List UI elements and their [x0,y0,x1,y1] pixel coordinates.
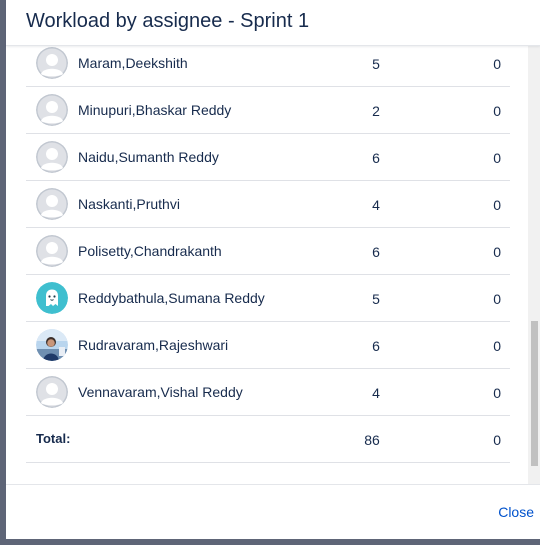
issue-count: 6 [372,338,380,354]
total-row: Total: 86 0 [26,416,510,463]
secondary-count: 0 [493,103,501,119]
close-button[interactable]: Close [498,504,534,520]
total-label: Total: [36,431,71,446]
secondary-count: 0 [493,244,501,260]
default-avatar-icon [36,376,68,408]
scrollbar-thumb[interactable] [531,321,538,466]
secondary-count: 0 [493,56,501,72]
secondary-count: 0 [493,385,501,401]
default-avatar-icon [36,94,68,126]
assignee-name: Vennavaram,Vishal Reddy [78,384,243,400]
secondary-count: 0 [493,197,501,213]
table-row: Rudravaram,Rajeshwari 6 0 [26,322,510,369]
issue-count: 5 [372,56,380,72]
workload-dialog: Workload by assignee - Sprint 1 Maram,De… [6,0,540,545]
total-count: 86 [364,432,380,448]
issue-count: 6 [372,150,380,166]
issue-count: 5 [372,291,380,307]
dialog-body[interactable]: Maram,Deekshith 5 0 Minupuri,Bhaskar Reddy 2… [6,46,540,484]
default-avatar-icon [36,47,68,79]
issue-count: 4 [372,385,380,401]
assignee-name: Reddybathula,Sumana Reddy [78,290,265,306]
secondary-count: 0 [493,291,501,307]
secondary-count: 0 [493,150,501,166]
assignee-name: Naidu,Sumanth Reddy [78,149,219,165]
ghost-avatar-icon [36,282,68,314]
assignee-name: Rudravaram,Rajeshwari [78,337,229,353]
assignee-name: Maram,Deekshith [78,55,188,71]
assignee-name: Minupuri,Bhaskar Reddy [78,102,232,118]
background-page-bottom [0,539,540,545]
dialog-footer: Close [6,484,540,539]
table-row: Naidu,Sumanth Reddy 6 0 [26,134,510,181]
table-row: Minupuri,Bhaskar Reddy 2 0 [26,87,510,134]
dialog-header: Workload by assignee - Sprint 1 [6,0,540,46]
table-row: Reddybathula,Sumana Reddy 5 0 [26,275,510,322]
workload-table: Maram,Deekshith 5 0 Minupuri,Bhaskar Reddy 2… [26,46,510,463]
table-row: Maram,Deekshith 5 0 [26,46,510,87]
table-row: Vennavaram,Vishal Reddy 4 0 [26,369,510,416]
total-secondary-count: 0 [493,432,501,448]
assignee-name: Polisetty,Chandrakanth [78,243,222,259]
avatar-photo [36,329,68,361]
secondary-count: 0 [493,338,501,354]
issue-count: 6 [372,244,380,260]
table-row: Naskanti,Pruthvi 4 0 [26,181,510,228]
issue-count: 4 [372,197,380,213]
table-row: Polisetty,Chandrakanth 6 0 [26,228,510,275]
assignee-name: Naskanti,Pruthvi [78,196,180,212]
issue-count: 2 [372,103,380,119]
default-avatar-icon [36,188,68,220]
dialog-title: Workload by assignee - Sprint 1 [26,10,310,32]
default-avatar-icon [36,141,68,173]
default-avatar-icon [36,235,68,267]
